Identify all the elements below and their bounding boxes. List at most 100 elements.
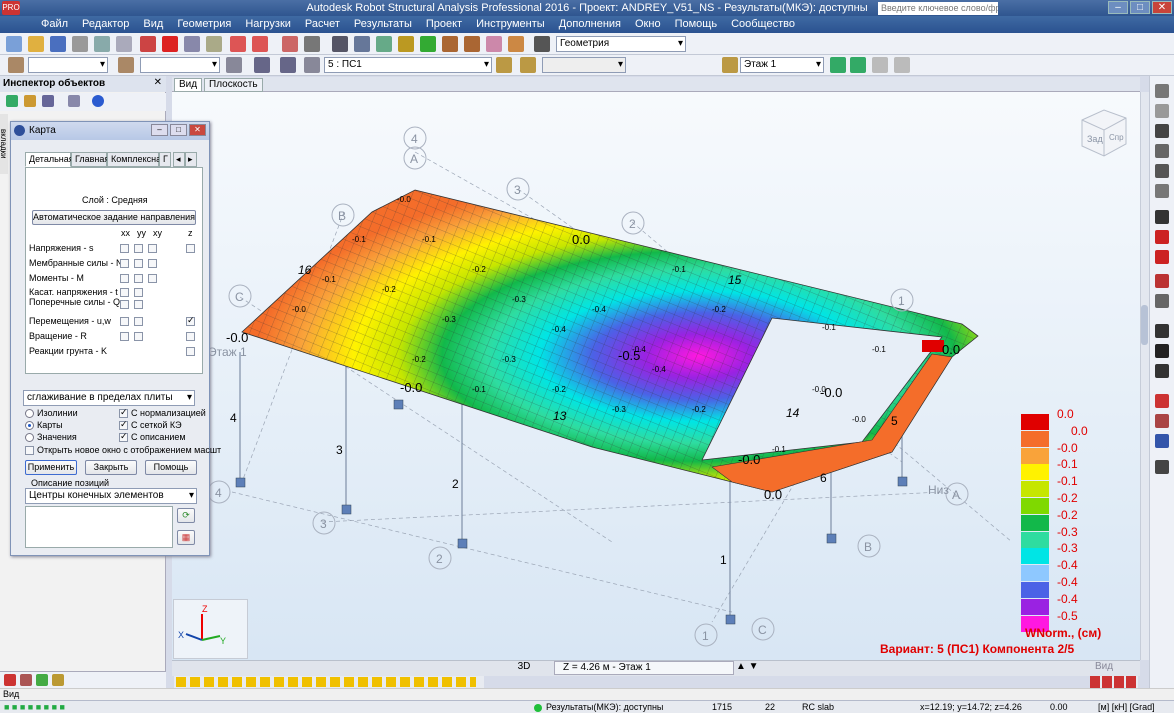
model-canvas[interactable]: 4 A 3 B 2 C 1 4 3 2 1 C B A Этаж 1 Низ 4… <box>172 92 1140 660</box>
auto-direction-button[interactable]: Автоматическое задание направления <box>32 210 196 225</box>
apply-button[interactable]: Применить <box>25 460 77 475</box>
radio-values[interactable] <box>25 433 34 442</box>
checkbox[interactable] <box>186 244 195 253</box>
node-icon[interactable] <box>8 57 24 73</box>
support-icon[interactable] <box>1155 250 1169 264</box>
camera-icon[interactable] <box>140 36 156 52</box>
tab-icon[interactable] <box>52 674 64 686</box>
nodes-icon[interactable] <box>1155 84 1169 98</box>
tab-detailed[interactable]: Детальная <box>25 152 74 167</box>
layout-combo[interactable]: Геометрия <box>556 36 686 52</box>
help-icon[interactable] <box>92 95 104 107</box>
checkbox[interactable] <box>134 288 143 297</box>
case-combo[interactable]: 5 : ПС1 <box>324 57 492 73</box>
save-icon[interactable] <box>50 36 66 52</box>
load-icon[interactable] <box>442 36 458 52</box>
checkbox-w-checked[interactable] <box>186 315 195 326</box>
tab-icon[interactable] <box>20 674 32 686</box>
checkbox[interactable] <box>148 259 157 268</box>
help-button[interactable]: Помощь <box>145 460 197 475</box>
menu-window[interactable]: Окно <box>628 16 668 33</box>
menu-analysis[interactable]: Расчет <box>298 16 347 33</box>
menu-loads[interactable]: Нагрузки <box>238 16 298 33</box>
print-icon[interactable] <box>72 36 88 52</box>
beam-icon[interactable] <box>1155 144 1169 158</box>
checkbox[interactable] <box>186 332 195 341</box>
lock-icon[interactable] <box>332 36 348 52</box>
navigation-cube[interactable]: Зад Спр <box>1076 106 1130 158</box>
checkbox-fe-mesh[interactable] <box>119 419 128 430</box>
vertical-scrollbar[interactable] <box>1140 92 1149 660</box>
menu-geometry[interactable]: Геометрия <box>170 16 238 33</box>
story-up-icon[interactable] <box>830 57 846 73</box>
wall-icon[interactable] <box>1155 184 1169 198</box>
refresh-icon[interactable]: ⟳ <box>177 508 195 523</box>
tab-icon[interactable] <box>4 674 16 686</box>
tab-main[interactable]: Главная <box>71 152 109 167</box>
tab-extra[interactable]: Г <box>159 152 171 167</box>
story-table-icon[interactable] <box>872 57 888 73</box>
menu-file[interactable]: Файл <box>34 16 75 33</box>
display-icon[interactable] <box>398 36 414 52</box>
mesh-icon[interactable] <box>1155 324 1169 338</box>
checkbox[interactable] <box>134 317 143 326</box>
checkbox[interactable] <box>134 300 143 309</box>
node-combo[interactable] <box>28 57 108 73</box>
panel-icon[interactable] <box>1155 164 1169 178</box>
checkbox[interactable] <box>134 274 143 283</box>
new-icon[interactable] <box>6 36 22 52</box>
view-mode[interactable]: 3D <box>494 661 554 675</box>
close-icon[interactable]: ✕ <box>154 77 162 88</box>
preview-icon[interactable] <box>94 36 110 52</box>
search-icon[interactable] <box>68 95 80 107</box>
open-icon[interactable] <box>28 36 44 52</box>
menu-project[interactable]: Проект <box>419 16 469 33</box>
checkbox[interactable] <box>120 244 129 253</box>
undo-icon[interactable] <box>230 36 246 52</box>
checkbox-description[interactable] <box>119 431 128 442</box>
menu-edit[interactable]: Редактор <box>75 16 136 33</box>
display-toggle-icons[interactable] <box>176 677 476 687</box>
grid-icon[interactable] <box>1155 414 1169 428</box>
checkbox[interactable] <box>148 244 157 253</box>
checkbox-normalization[interactable] <box>119 407 128 418</box>
column-icon[interactable] <box>1155 124 1169 138</box>
maximize-button[interactable]: □ <box>1130 1 1150 14</box>
truss-icon[interactable] <box>1155 364 1169 378</box>
menu-community[interactable]: Сообщество <box>724 16 802 33</box>
solid-icon[interactable] <box>1155 210 1169 224</box>
zoom-icon[interactable] <box>354 36 370 52</box>
z-level-combo[interactable]: Z = 4.26 м - Этаж 1 <box>554 661 734 675</box>
maximize-button[interactable]: □ <box>170 124 187 136</box>
paint-icon[interactable] <box>486 36 502 52</box>
minimize-button[interactable]: – <box>151 124 168 136</box>
radio-maps[interactable] <box>25 421 34 430</box>
bar-icon[interactable] <box>118 57 134 73</box>
case-prev-icon[interactable] <box>304 57 320 73</box>
description-textarea[interactable] <box>25 506 173 548</box>
load-case-icon[interactable] <box>1155 394 1169 408</box>
delete-icon[interactable] <box>162 36 178 52</box>
story-edit-icon[interactable] <box>894 57 910 73</box>
filter-icon[interactable] <box>24 95 36 107</box>
tools-icon[interactable] <box>508 36 524 52</box>
menu-tools[interactable]: Инструменты <box>469 16 552 33</box>
menu-help[interactable]: Помощь <box>668 16 725 33</box>
case-icon[interactable] <box>226 57 242 73</box>
mode2-icon[interactable] <box>520 57 536 73</box>
menu-results[interactable]: Результаты <box>347 16 419 33</box>
calculator-icon[interactable] <box>282 36 298 52</box>
tab-complex[interactable]: Комплексная <box>107 152 166 167</box>
checkbox[interactable] <box>120 317 129 326</box>
release-icon[interactable] <box>1155 274 1169 288</box>
search-input[interactable]: Введите ключевое слово/фразу <box>878 2 998 15</box>
results-icon[interactable] <box>1155 460 1169 474</box>
view-toolbar-icons[interactable] <box>1090 676 1138 688</box>
case-list-icon[interactable] <box>280 57 296 73</box>
tab-scroll-left[interactable]: ◂ <box>173 152 185 167</box>
side-tab[interactable]: вкладки <box>0 114 8 174</box>
checkbox[interactable] <box>134 332 143 341</box>
story-icon[interactable] <box>722 57 738 73</box>
checkbox[interactable] <box>120 300 129 309</box>
load2-icon[interactable] <box>464 36 480 52</box>
